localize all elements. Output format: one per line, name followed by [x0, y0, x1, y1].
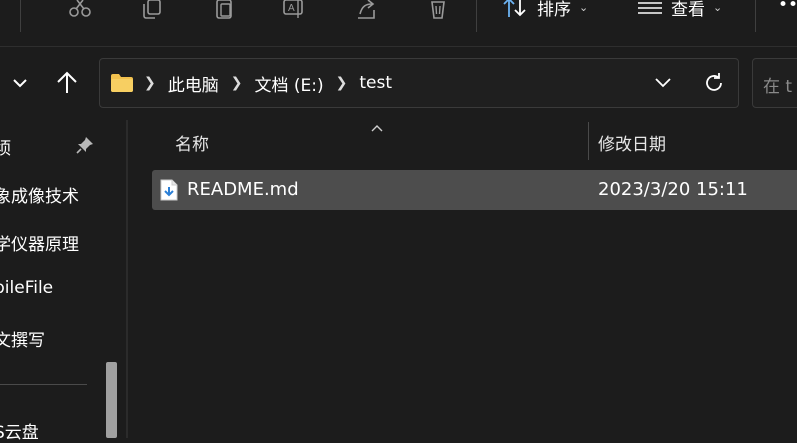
- svg-text:A: A: [288, 3, 295, 14]
- arrow-up-icon: [57, 71, 77, 93]
- nav-section-divider: [0, 384, 87, 385]
- command-bar: A 排序 ⌄ 查看 ⌄ ••: [0, 0, 797, 48]
- sort-ascending-icon: [370, 118, 384, 137]
- nav-item-instrument-principles[interactable]: 学仪器原理: [0, 230, 79, 255]
- pin-icon: [76, 136, 94, 158]
- nav-scrollbar-thumb[interactable]: [106, 362, 117, 438]
- view-button[interactable]: 查看 ⌄: [637, 0, 722, 20]
- column-header-date-modified[interactable]: 修改日期: [598, 130, 666, 155]
- up-button[interactable]: [55, 66, 79, 100]
- column-header-name[interactable]: 名称: [175, 130, 209, 155]
- delete-button[interactable]: [422, 0, 454, 20]
- breadcrumb-separator: ❯: [144, 75, 156, 91]
- breadcrumb-documents-drive[interactable]: 文档 (E:): [254, 71, 323, 96]
- cut-button[interactable]: [64, 0, 96, 20]
- more-icon: ••: [778, 0, 797, 15]
- file-name: README.md: [187, 179, 299, 200]
- copy-button[interactable]: [136, 0, 168, 20]
- view-label: 查看: [671, 0, 705, 20]
- address-bar[interactable]: ❯ 此电脑 ❯ 文档 (E:) ❯ test: [99, 58, 739, 108]
- toolbar-divider: [476, 0, 477, 32]
- paste-button[interactable]: [208, 0, 240, 20]
- scissors-icon: [69, 0, 91, 17]
- address-history-button[interactable]: [653, 73, 673, 97]
- nav-item-quick-access[interactable]: 顷: [0, 134, 11, 159]
- refresh-button[interactable]: [703, 72, 725, 98]
- nav-item-cloud-drive[interactable]: S云盘: [0, 418, 39, 443]
- column-divider[interactable]: [588, 122, 589, 160]
- sort-button[interactable]: 排序 ⌄: [503, 0, 588, 20]
- toolbar-divider: [20, 0, 21, 32]
- chevron-down-icon: [655, 78, 671, 88]
- file-date-modified: 2023/3/20 15:11: [598, 179, 748, 200]
- breadcrumb-separator: ❯: [335, 75, 348, 91]
- folder-icon: [111, 74, 133, 92]
- chevron-down-icon: [13, 79, 27, 88]
- breadcrumb: ❯ 此电脑 ❯ 文档 (E:) ❯ test: [110, 59, 392, 107]
- nav-item-imaging-tech[interactable]: 象成像技术: [0, 182, 79, 207]
- markdown-file-icon: [160, 179, 178, 205]
- chevron-down-icon: ⌄: [713, 1, 723, 14]
- table-row[interactable]: README.md 2023/3/20 15:11: [152, 170, 797, 210]
- breadcrumb-separator: ❯: [230, 75, 243, 91]
- sort-icon: [503, 0, 526, 17]
- paste-icon: [216, 0, 232, 19]
- more-options-button[interactable]: ••: [778, 0, 797, 15]
- share-icon: [358, 0, 375, 19]
- copy-icon: [143, 0, 161, 19]
- rename-icon: A: [283, 0, 303, 18]
- search-input[interactable]: 在 t: [752, 58, 797, 108]
- trash-icon: [431, 1, 445, 19]
- breadcrumb-this-pc[interactable]: 此电脑: [168, 71, 219, 96]
- toolbar-border: [0, 46, 797, 47]
- sort-label: 排序: [537, 0, 571, 20]
- view-lines-icon: [638, 1, 662, 14]
- chevron-down-icon: ⌄: [579, 1, 589, 14]
- toolbar-divider: [755, 0, 756, 32]
- recent-locations-button[interactable]: [8, 66, 32, 100]
- search-placeholder: 在 t: [763, 77, 793, 97]
- share-button[interactable]: [350, 0, 382, 20]
- rename-button[interactable]: A: [278, 0, 310, 20]
- pane-splitter[interactable]: [126, 120, 128, 438]
- nav-item-writing[interactable]: 文撰写: [0, 326, 45, 351]
- refresh-icon: [706, 73, 722, 91]
- breadcrumb-test[interactable]: test: [359, 73, 392, 93]
- nav-item-mobilefile[interactable]: bileFile: [0, 278, 53, 298]
